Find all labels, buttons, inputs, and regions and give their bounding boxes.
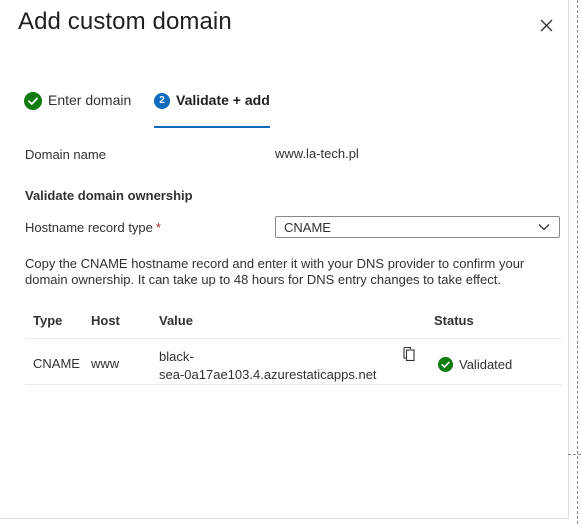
table-header: Type Host Value Status xyxy=(25,302,562,339)
column-header-type: Type xyxy=(33,313,63,328)
copy-icon xyxy=(403,346,415,362)
status-text: Validated xyxy=(459,357,513,372)
record-host-cell: www xyxy=(91,356,120,371)
record-value-line: sea-0a17ae103.4.azurestaticapps.net xyxy=(159,367,377,382)
add-custom-domain-panel: Add custom domain Enter domain 2 Validat… xyxy=(0,0,569,519)
close-button[interactable] xyxy=(533,12,559,38)
copy-value-button[interactable] xyxy=(401,345,419,363)
column-header-value: Value xyxy=(159,313,193,328)
required-indicator: * xyxy=(155,220,161,235)
selection-border-bottom xyxy=(568,454,581,455)
validate-section-title: Validate domain ownership xyxy=(25,188,193,203)
step-validate-add[interactable]: 2 Validate + add xyxy=(154,92,270,128)
step-enter-domain[interactable]: Enter domain xyxy=(24,92,131,120)
column-header-status: Status xyxy=(434,313,474,328)
checkmark-circle-icon xyxy=(24,92,42,110)
domain-name-value: www.la-tech.pl xyxy=(275,146,359,161)
record-value-cell: black-sea-0a17ae103.4.azurestaticapps.ne… xyxy=(159,348,389,384)
column-header-host: Host xyxy=(91,313,120,328)
selection-border-right xyxy=(577,0,578,524)
chevron-down-icon xyxy=(538,224,550,231)
step-label: Enter domain xyxy=(48,92,132,108)
close-icon xyxy=(540,19,552,31)
hostname-record-type-label: Hostname record type * xyxy=(25,220,161,235)
hostname-record-type-dropdown[interactable]: CNAME xyxy=(275,216,560,238)
domain-name-label: Domain name xyxy=(25,147,106,162)
step-label: Validate + add xyxy=(176,92,270,108)
status-badge: Validated xyxy=(438,357,512,372)
record-type-cell: CNAME xyxy=(33,356,80,371)
checkmark-circle-icon xyxy=(438,357,453,372)
panel-title: Add custom domain xyxy=(18,8,232,35)
step-number-badge: 2 xyxy=(154,93,170,109)
dns-records-table: Type Host Value Status CNAME www black-s… xyxy=(25,302,562,385)
hostname-record-type-label-text: Hostname record type xyxy=(25,220,153,235)
dropdown-selected-value: CNAME xyxy=(284,219,331,235)
help-text: Copy the CNAME hostname record and enter… xyxy=(25,256,525,287)
table-row: CNAME www black-sea-0a17ae103.4.azuresta… xyxy=(25,339,562,385)
record-value-line: black- xyxy=(159,349,194,364)
